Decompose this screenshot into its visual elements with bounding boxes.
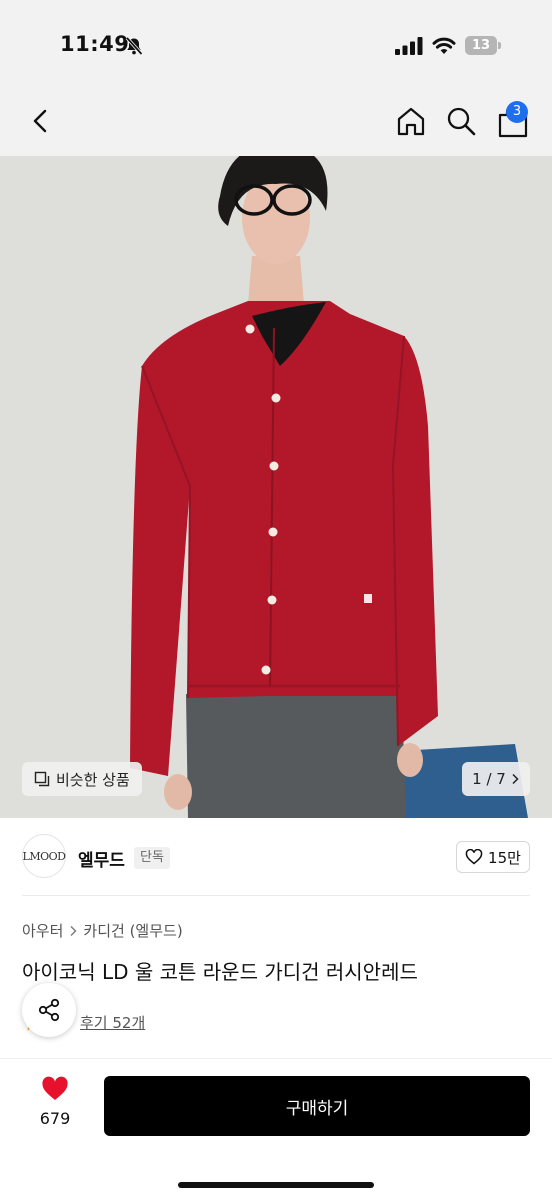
battery-indicator: 13 [465, 36, 501, 55]
battery-level: 13 [471, 38, 491, 53]
home-indicator[interactable] [178, 1182, 374, 1188]
bell-slash-icon [125, 36, 143, 56]
wishlist-count: 679 [39, 1109, 71, 1128]
product-title: 아이코닉 LD 울 코튼 라운드 가디건 러시안레드 [22, 960, 418, 984]
product-image[interactable] [0, 156, 552, 818]
status-bar: 11:49 13 [0, 0, 552, 90]
breadcrumb: 아우터 카디건 (엘무드) [22, 920, 183, 941]
chevron-right-icon [70, 925, 77, 936]
cart-count-badge: 3 [506, 101, 528, 123]
product-photo [0, 156, 552, 818]
brand-name[interactable]: 엘무드 [78, 846, 125, 871]
back-chevron-icon[interactable] [24, 104, 56, 138]
buy-button[interactable]: 구매하기 [104, 1076, 530, 1136]
brand-like-count: 15만 [488, 848, 521, 867]
cellular-signal-icon [395, 37, 423, 55]
image-counter-button[interactable]: 1 / 7 [462, 762, 530, 796]
search-icon[interactable] [444, 104, 478, 138]
similar-products-icon [34, 771, 50, 787]
heart-outline-icon [465, 849, 483, 865]
breadcrumb-item-outer[interactable]: 아우터 [22, 920, 63, 941]
breadcrumb-item-cardigan[interactable]: 카디건 (엘무드) [83, 920, 182, 941]
battery-tip [498, 42, 501, 49]
reviews-link[interactable]: 후기 52개 [80, 1012, 145, 1033]
similar-products-label: 비슷한 상품 [56, 770, 130, 789]
exclusive-badge: 단독 [134, 847, 170, 869]
share-button[interactable] [22, 983, 76, 1037]
image-counter: 1 / 7 [472, 770, 506, 788]
similar-products-button[interactable]: 비슷한 상품 [22, 762, 142, 796]
share-icon [38, 998, 60, 1022]
brand-logo[interactable]: LMOOD [22, 834, 66, 878]
status-time: 11:49 [60, 32, 130, 56]
wifi-icon [432, 37, 456, 54]
home-icon[interactable] [394, 104, 428, 138]
heart-filled-icon [42, 1076, 68, 1100]
divider [22, 895, 530, 896]
section-divider [0, 1058, 552, 1059]
nav-bar [0, 90, 552, 156]
brand-like-button[interactable]: 15만 [456, 841, 530, 873]
wishlist-button[interactable]: 679 [26, 1076, 84, 1136]
chevron-right-icon [512, 773, 519, 785]
